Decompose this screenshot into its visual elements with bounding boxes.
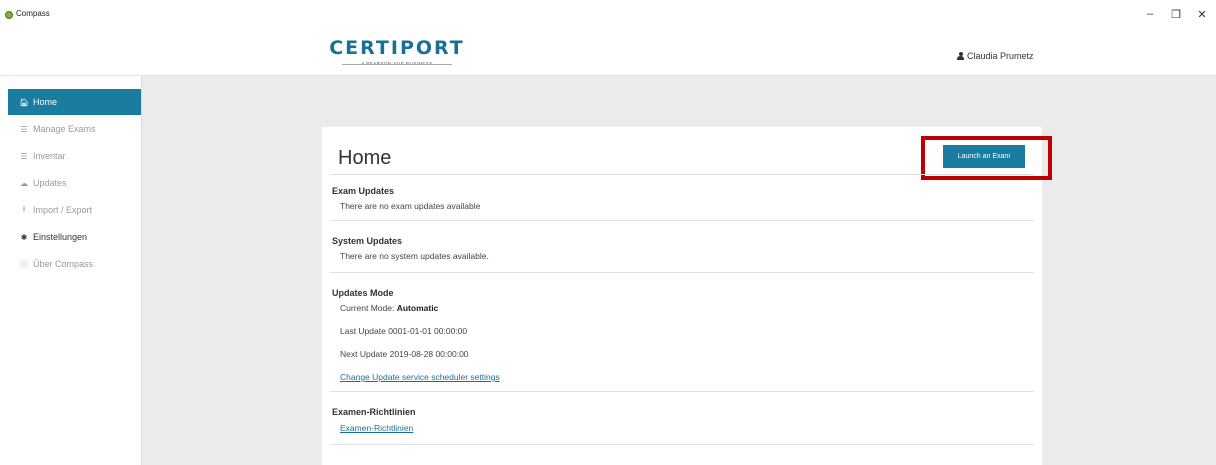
- updates-mode-section: Updates Mode Current Mode: Automatic Las…: [330, 273, 1034, 392]
- user-menu[interactable]: Claudia Prumetz: [957, 51, 1034, 61]
- maximize-icon[interactable]: ❐: [1166, 8, 1186, 21]
- window-titlebar: Compass – ❐ ✕: [0, 0, 1216, 32]
- sidebar-item-label: Home: [33, 97, 58, 107]
- sidebar-item-inventar[interactable]: ☰ Inventar: [8, 143, 141, 169]
- exam-policies-heading: Examen-Richtlinien: [332, 407, 416, 417]
- current-mode-label: Current Mode:: [340, 303, 395, 313]
- sidebar-item-label: Updates: [33, 178, 67, 188]
- exam-updates-section: Exam Updates There are no exam updates a…: [330, 175, 1034, 221]
- sidebar-item-label: Inventar: [33, 151, 66, 161]
- sidebar-item-import-export[interactable]: ⭳ Import / Export: [8, 197, 141, 223]
- minimize-icon[interactable]: –: [1140, 8, 1160, 20]
- exam-policies-link[interactable]: Examen-Richtlinien: [340, 423, 413, 433]
- exam-updates-text: There are no exam updates available: [340, 201, 481, 211]
- next-update-text: Next Update 2019-08-28 00:00:00: [340, 349, 469, 359]
- updates-mode-heading: Updates Mode: [332, 288, 394, 298]
- sidebar-item-label: Import / Export: [33, 205, 93, 215]
- system-updates-section: System Updates There are no system updat…: [330, 221, 1034, 273]
- gear-icon: ✱: [20, 232, 28, 242]
- current-mode-value: Automatic: [396, 303, 439, 313]
- main-content: Home Launch an Exam Exam Updates There a…: [142, 76, 1216, 465]
- close-icon[interactable]: ✕: [1192, 8, 1212, 21]
- last-update-text: Last Update 0001-01-01 00:00:00: [340, 326, 468, 336]
- list-icon: ☰: [20, 151, 28, 161]
- home-card: Home Launch an Exam Exam Updates There a…: [322, 127, 1052, 465]
- compass-app-icon: [5, 11, 13, 19]
- sidebar-item-einstellungen[interactable]: ✱ Einstellungen: [8, 224, 141, 250]
- sidebar-item-label: Über Compass: [33, 259, 94, 269]
- download-icon: ⭳: [22, 204, 26, 213]
- launch-exam-button[interactable]: Launch an Exam: [943, 145, 1025, 168]
- user-icon: [957, 52, 964, 60]
- list-icon: ☰: [20, 124, 28, 134]
- current-mode-line: Current Mode: Automatic: [340, 303, 438, 313]
- info-icon: ⓘ: [20, 259, 28, 269]
- sidebar-item-home[interactable]: 🏠︎ Home: [8, 89, 141, 115]
- home-icon: 🏠︎: [19, 97, 30, 107]
- window-title: Compass: [16, 9, 50, 18]
- sidebar-item-manage-exams[interactable]: ☰ Manage Exams: [8, 116, 141, 142]
- logo-divider: [342, 64, 452, 65]
- sidebar-nav: 🏠︎ Home ☰ Manage Exams ☰ Inventar ☁ Upda…: [8, 76, 142, 465]
- sidebar-item-ueber-compass[interactable]: ⓘ Über Compass: [8, 251, 141, 277]
- certiport-logo: CERTIPORT A PEARSON VUE BUSINESS: [322, 37, 472, 69]
- app-header: CERTIPORT A PEARSON VUE BUSINESS Claudia…: [0, 32, 1216, 76]
- system-updates-text: There are no system updates available.: [340, 251, 489, 261]
- sidebar-item-label: Manage Exams: [33, 124, 96, 134]
- compass-app-window: Compass – ❐ ✕ CERTIPORT A PEARSON VUE BU…: [0, 0, 1216, 465]
- exam-policies-section: Examen-Richtlinien Examen-Richtlinien: [330, 392, 1034, 445]
- exam-updates-heading: Exam Updates: [332, 186, 395, 196]
- scheduler-settings-link[interactable]: Change Update service scheduler settings: [340, 372, 500, 382]
- system-updates-heading: System Updates: [332, 236, 403, 246]
- logo-main-text: CERTIPORT: [329, 37, 465, 59]
- sidebar-item-updates[interactable]: ☁ Updates: [8, 170, 141, 196]
- user-name: Claudia Prumetz: [967, 51, 1034, 61]
- sidebar-item-label: Einstellungen: [33, 232, 88, 242]
- page-title: Home: [338, 147, 392, 169]
- cloud-icon: ☁: [20, 178, 28, 188]
